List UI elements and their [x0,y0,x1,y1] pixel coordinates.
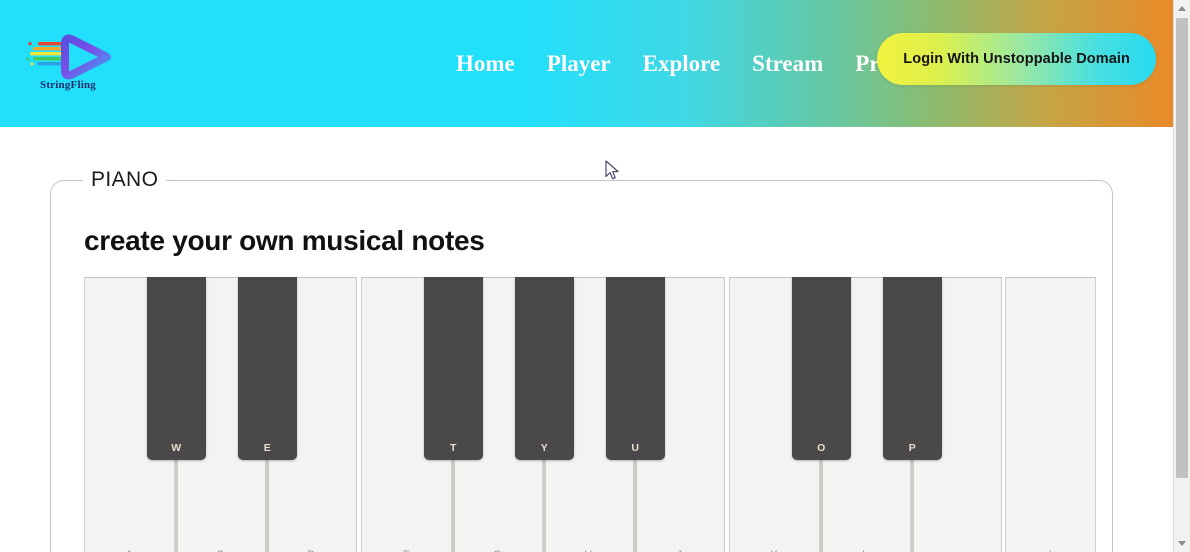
site-header: StringFling Home Player Explore Stream P… [0,0,1173,127]
piano-key-label: Y [540,442,549,454]
piano-black-key[interactable]: P [883,277,942,460]
play-triangle-rainbow-icon [26,34,111,80]
piano-black-key-stem [634,460,637,552]
scroll-up-button[interactable] [1174,0,1190,17]
nav-item-explore[interactable]: Explore [627,43,737,85]
piano-black-key[interactable]: U [606,277,665,460]
piano-black-key[interactable]: O [792,277,851,460]
piano-black-key[interactable]: Y [515,277,574,460]
nav-item-player[interactable]: Player [531,43,627,85]
piano-black-key-stem [175,460,178,552]
piano-black-key-stem [266,460,269,552]
piano-panel-legend: PIANO [91,168,159,191]
logo-wordmark: StringFling [40,79,96,91]
piano-black-key-stem [543,460,546,552]
piano-key-label: W [171,442,182,454]
piano-black-key[interactable]: E [238,277,297,460]
piano-black-key[interactable]: W [147,277,206,460]
piano-black-key[interactable]: T [424,277,483,460]
piano-black-key-stem [452,460,455,552]
nav-item-home[interactable]: Home [440,43,531,85]
scroll-down-button[interactable] [1174,535,1190,552]
piano-key-label: E [263,442,272,454]
browser-viewport: StringFling Home Player Explore Stream P… [0,0,1190,552]
site-logo[interactable]: StringFling [18,26,118,98]
piano-key-label: P [908,442,917,454]
scroll-up-arrow-icon [1178,6,1186,11]
piano-black-key-stem [911,460,914,552]
piano-keyboard: ASDFGHJKL;'WETYUOP [84,277,1096,552]
page-content: StringFling Home Player Explore Stream P… [0,0,1173,552]
piano-key-label: U [631,442,640,454]
vertical-scrollbar[interactable] [1173,0,1190,552]
piano-key-label: O [817,442,826,454]
piano-key-label: T [449,442,457,454]
main-navigation: Home Player Explore Stream Profile [440,0,937,127]
scroll-down-arrow-icon [1178,541,1186,546]
page-title: create your own musical notes [84,225,485,256]
nav-item-stream[interactable]: Stream [736,43,839,85]
login-with-unstoppable-domain-button[interactable]: Login With Unstoppable Domain [877,33,1156,85]
scrollbar-thumb[interactable] [1176,18,1188,478]
piano-black-key-stem [820,460,823,552]
piano-white-key[interactable]: ' [1005,277,1096,552]
